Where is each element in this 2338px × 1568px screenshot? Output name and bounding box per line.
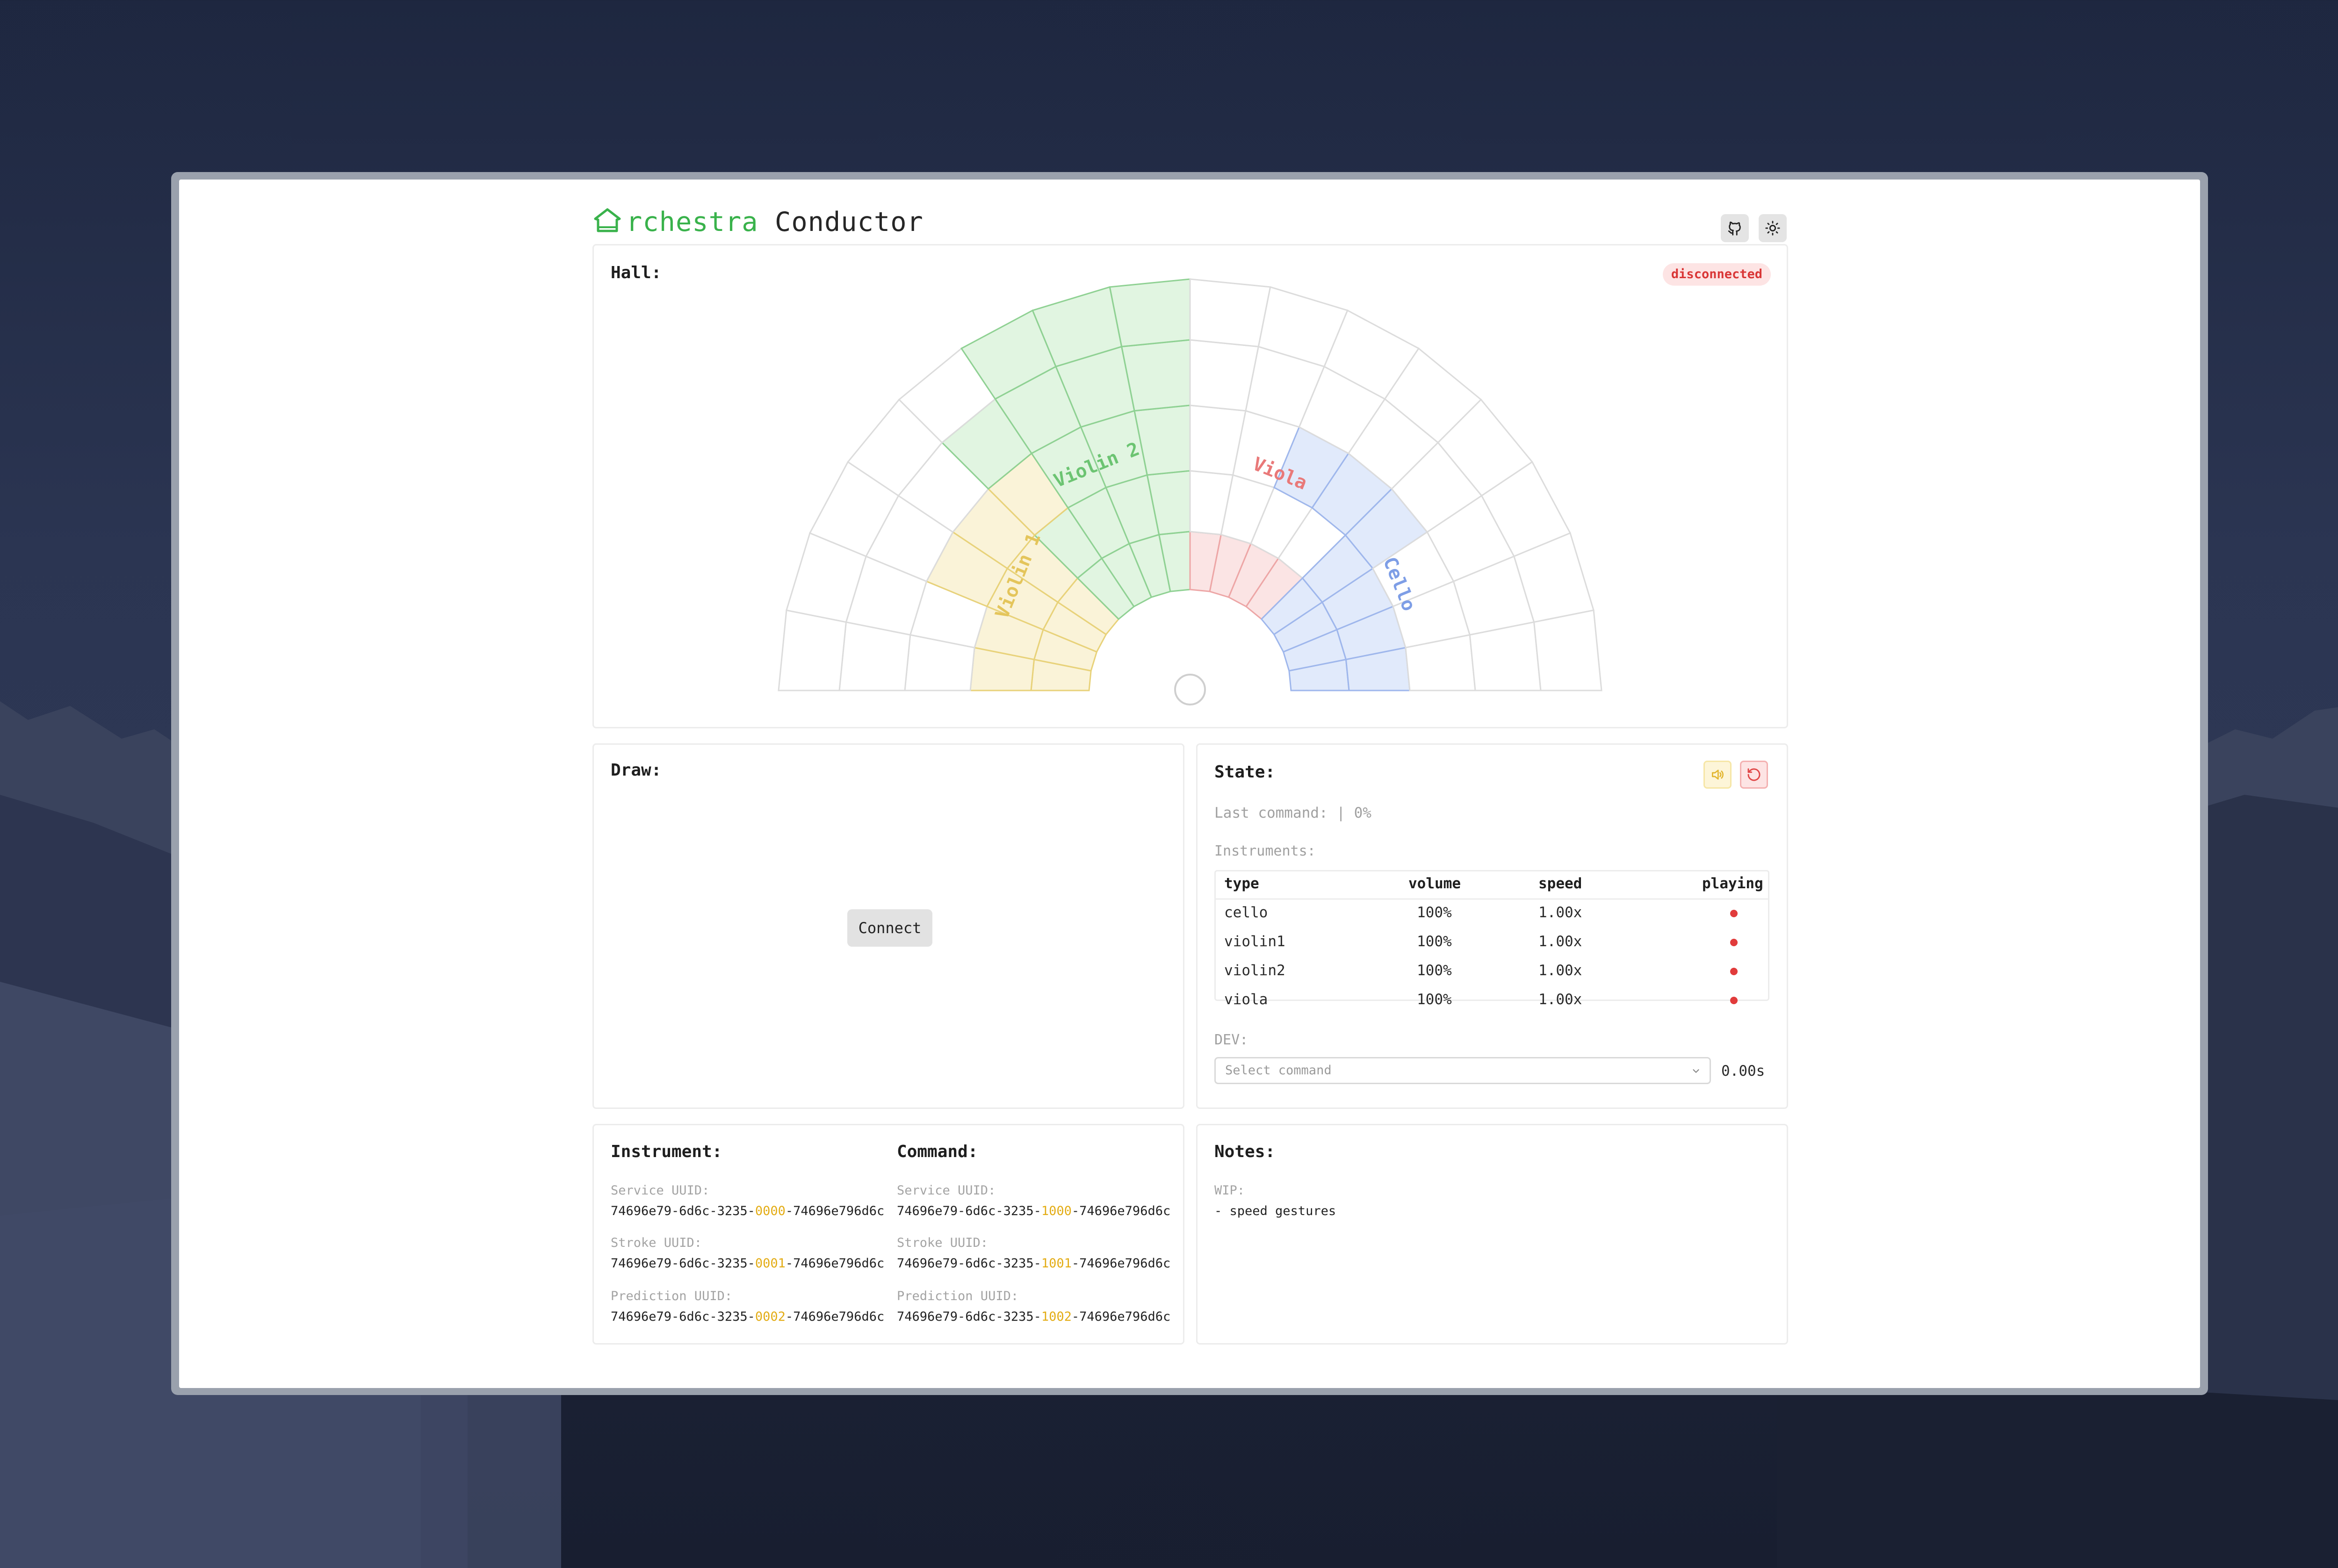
instrument-title: Instrument: <box>611 1142 722 1161</box>
instrument-type: violin2 <box>1224 962 1285 979</box>
draw-card: Draw: Connect <box>592 743 1184 1109</box>
command-prediction-uuid: 74696e79-6d6c-3235-1002-74696e796d6c <box>897 1309 1171 1324</box>
instrument-type: violin1 <box>1224 933 1285 950</box>
app-header: rchestra Conductor <box>592 198 1788 244</box>
theme-toggle-button[interactable] <box>1759 214 1787 242</box>
rotate-ccw-icon <box>1747 768 1761 781</box>
note-item: - speed gestures <box>1214 1204 1336 1218</box>
command-service-uuid: 74696e79-6d6c-3235-1000-74696e796d6c <box>897 1204 1171 1218</box>
instrument-service-uuid: 74696e79-6d6c-3235-0000-74696e796d6c <box>611 1204 885 1218</box>
table-row: violin1 100% 1.00x <box>1216 928 1768 957</box>
playing-status-dot <box>1730 939 1738 946</box>
hall-seat[interactable] <box>1469 621 1542 691</box>
playing-status-dot <box>1730 968 1738 975</box>
dev-label: DEV: <box>1214 1032 1248 1048</box>
uuid-card: Instrument: Service UUID: 74696e79-6d6c-… <box>592 1124 1184 1345</box>
draw-title: Draw: <box>611 761 662 780</box>
hall-seating-chart[interactable]: Violin 1Violin 2 ViolaCello <box>594 245 1787 727</box>
playing-status-dot <box>1730 910 1738 917</box>
brand-name: rchestra <box>626 207 758 237</box>
notes-title: Notes: <box>1214 1142 1276 1161</box>
instrument-service-uuid-label: Service UUID: <box>611 1183 710 1198</box>
command-title: Command: <box>897 1142 978 1161</box>
instrument-volume: 100% <box>1417 933 1452 950</box>
chevron-down-icon <box>1693 1069 1699 1073</box>
sun-icon <box>1765 221 1780 236</box>
column-header-type: type <box>1224 875 1259 892</box>
playing-status-dot <box>1730 997 1738 1004</box>
column-header-speed: speed <box>1538 875 1582 892</box>
volume-icon <box>1712 770 1724 780</box>
hall-seat[interactable] <box>778 609 847 691</box>
column-header-volume: volume <box>1408 875 1461 892</box>
last-command-text: Last command: | 0% <box>1214 805 1371 821</box>
hall-seat[interactable] <box>1189 278 1271 348</box>
command-service-uuid-label: Service UUID: <box>897 1183 996 1198</box>
notes-card: Notes: WIP: - speed gestures <box>1196 1124 1788 1345</box>
instrument-type: cello <box>1224 904 1268 921</box>
hall-card: Hall: disconnected Violin 1 Violin 2 Viola… <box>592 244 1788 728</box>
conductor-position-marker <box>1174 674 1206 705</box>
instrument-speed: 1.00x <box>1538 904 1582 921</box>
reset-button[interactable] <box>1740 761 1768 789</box>
table-row: violin2 100% 1.00x <box>1216 957 1768 986</box>
table-row: viola 100% 1.00x <box>1216 986 1768 1008</box>
state-title: State: <box>1214 762 1276 782</box>
instrument-volume: 100% <box>1417 962 1452 979</box>
instruments-label: Instruments: <box>1214 843 1316 859</box>
wip-label: WIP: <box>1214 1183 1245 1198</box>
command-prediction-uuid-label: Prediction UUID: <box>897 1289 1019 1303</box>
github-icon <box>1728 221 1741 236</box>
command-stroke-uuid: 74696e79-6d6c-3235-1001-74696e796d6c <box>897 1256 1171 1271</box>
instrument-volume: 100% <box>1417 991 1452 1008</box>
state-card: State: Last command: | 0% Instruments: t… <box>1196 743 1788 1109</box>
connect-button[interactable]: Connect <box>847 909 932 947</box>
instrument-prediction-uuid: 74696e79-6d6c-3235-0002-74696e796d6c <box>611 1309 885 1324</box>
hall-seat[interactable] <box>1120 339 1191 412</box>
command-timer: 0.00s <box>1721 1063 1765 1079</box>
command-select-placeholder: Select command <box>1225 1063 1332 1078</box>
github-button[interactable] <box>1721 214 1749 242</box>
instrument-type: viola <box>1224 991 1268 1008</box>
column-header-playing: playing <box>1702 875 1763 892</box>
command-select[interactable]: Select command <box>1214 1057 1711 1084</box>
instrument-stroke-uuid-label: Stroke UUID: <box>611 1236 702 1250</box>
command-stroke-uuid-label: Stroke UUID: <box>897 1236 989 1250</box>
instrument-speed: 1.00x <box>1538 962 1582 979</box>
table-row: cello 100% 1.00x <box>1216 899 1768 928</box>
hall-seat[interactable] <box>1533 609 1602 691</box>
instrument-speed: 1.00x <box>1538 991 1582 1008</box>
instrument-stroke-uuid: 74696e79-6d6c-3235-0001-74696e796d6c <box>611 1256 885 1271</box>
volume-button[interactable] <box>1703 761 1732 789</box>
app-page: rchestra Conductor Hall: disconnected Vi… <box>179 180 2200 1388</box>
brand-subtitle: Conductor <box>775 207 924 237</box>
instrument-volume: 100% <box>1417 904 1452 921</box>
instrument-prediction-uuid-label: Prediction UUID: <box>611 1289 733 1303</box>
hall-seat[interactable] <box>1109 278 1191 348</box>
chef-hat-icon <box>594 208 621 232</box>
instruments-table: type volume speed playing cello 100% 1.0… <box>1214 870 1769 1008</box>
instrument-speed: 1.00x <box>1538 933 1582 950</box>
